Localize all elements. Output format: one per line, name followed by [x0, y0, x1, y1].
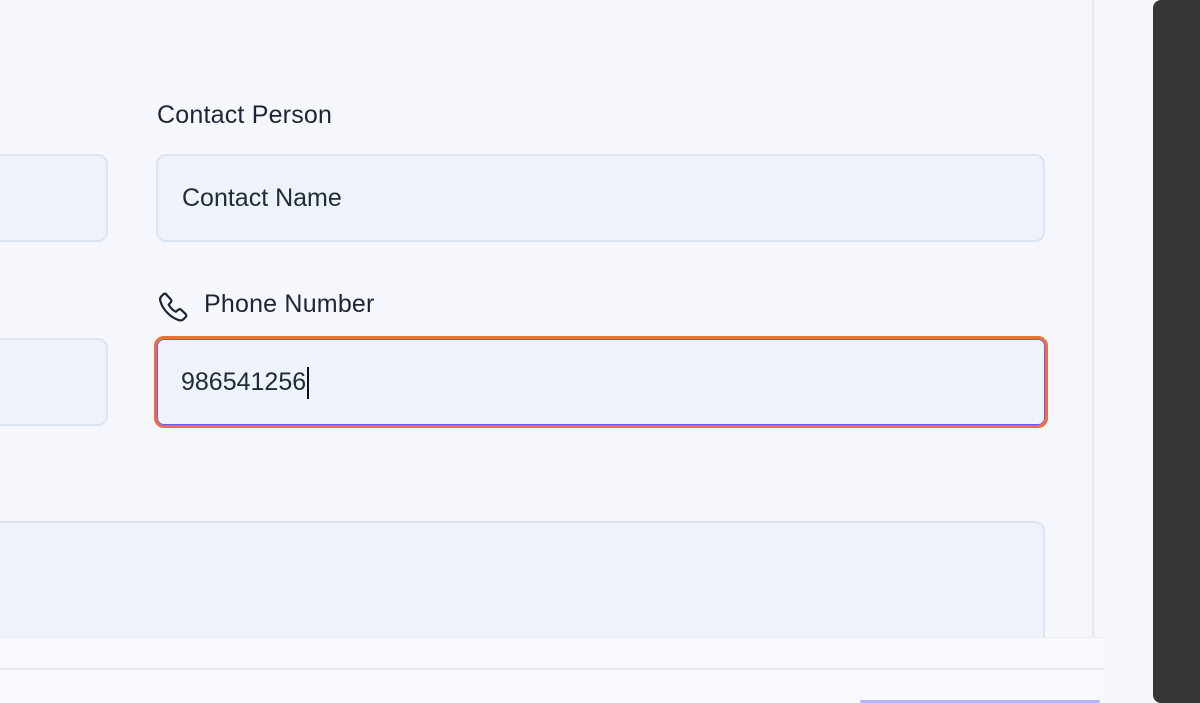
dark-sidebar-edge	[1153, 0, 1200, 703]
contact-person-value: Contact Name	[182, 183, 342, 212]
contact-person-label: Contact Person	[157, 101, 333, 129]
footer-divider	[0, 668, 1103, 670]
text-caret	[307, 367, 310, 399]
contact-person-input[interactable]: Contact Name	[156, 154, 1045, 242]
phone-number-label: Phone Number	[204, 290, 375, 318]
phone-icon	[159, 292, 188, 322]
notes-textarea[interactable]	[0, 521, 1045, 656]
form-page: Contact Person Contact Name Phone Number…	[0, 0, 1200, 703]
phone-number-input[interactable]: 986541256	[154, 336, 1048, 428]
footer-area	[0, 637, 1103, 703]
partial-left-field[interactable]	[0, 338, 108, 426]
partial-left-field[interactable]	[0, 154, 108, 242]
form-panel: Contact Person Contact Name Phone Number…	[0, 0, 1094, 656]
phone-number-value: 986541256	[181, 367, 307, 396]
